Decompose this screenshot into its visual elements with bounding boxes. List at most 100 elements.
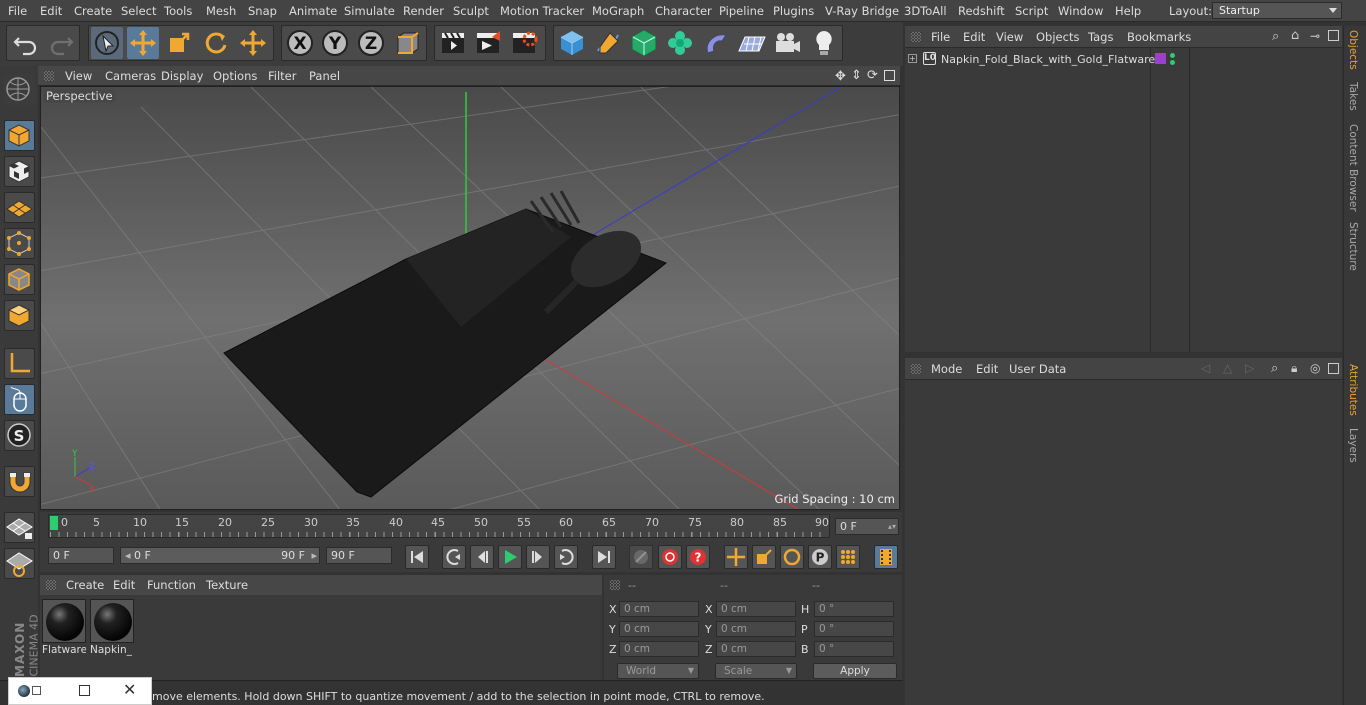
tab-content-browser[interactable]: Content Browser <box>1347 124 1359 212</box>
render-settings-button[interactable] <box>508 27 540 59</box>
material-flatware[interactable]: Flatware <box>42 599 86 656</box>
lock-icon[interactable]: 🔒︎ <box>1291 361 1297 376</box>
key-parameter-button[interactable]: P <box>808 545 832 569</box>
maximize-icon[interactable] <box>79 685 90 696</box>
new-window-icon[interactable] <box>1328 363 1339 374</box>
attr-menu-user-data[interactable]: User Data <box>1009 362 1066 376</box>
search-icon[interactable]: ⌕ <box>1271 361 1278 376</box>
zoom-view-icon[interactable]: ⇕ <box>851 68 862 83</box>
y-axis-button[interactable]: Y <box>319 27 351 59</box>
material-menu-texture[interactable]: Texture <box>206 578 248 592</box>
menu-vray-bridge[interactable]: V-Ray Bridge <box>825 4 899 18</box>
back-arrow-icon[interactable]: ◁ <box>1201 361 1210 375</box>
texture-mode-button[interactable] <box>4 156 35 187</box>
make-editable-button[interactable] <box>4 74 35 105</box>
maximize-view-icon[interactable] <box>884 70 895 81</box>
menu-edit[interactable]: Edit <box>40 4 62 18</box>
end-frame-field[interactable]: 90 F <box>326 547 392 564</box>
menu-sculpt[interactable]: Sculpt <box>453 4 489 18</box>
floor-button[interactable] <box>736 27 768 59</box>
menu-select[interactable]: Select <box>121 4 156 18</box>
key-position-button[interactable] <box>724 545 748 569</box>
new-window-icon[interactable] <box>1328 30 1339 41</box>
menu-pipeline[interactable]: Pipeline <box>719 4 764 18</box>
polygons-mode-button[interactable] <box>4 300 35 331</box>
object-menu-view[interactable]: View <box>996 30 1023 44</box>
close-icon[interactable]: ✕ <box>123 680 136 699</box>
material-menu-create[interactable]: Create <box>66 578 104 592</box>
tweak-mode-button[interactable] <box>4 384 35 415</box>
spline-pen-button[interactable] <box>592 27 624 59</box>
menu-plugins[interactable]: Plugins <box>773 4 814 18</box>
menu-file[interactable]: File <box>8 4 27 18</box>
render-view-button[interactable] <box>437 27 469 59</box>
viewport-menu-filter[interactable]: Filter <box>268 69 296 83</box>
object-menu-edit[interactable]: Edit <box>963 30 985 44</box>
pos-z-field[interactable]: 0 cm <box>619 641 699 657</box>
menu-redshift[interactable]: Redshift <box>958 4 1005 18</box>
move-button[interactable] <box>127 27 159 59</box>
up-arrow-icon[interactable]: △ <box>1223 361 1232 375</box>
cloner-button[interactable] <box>664 27 696 59</box>
key-rotation-button[interactable] <box>780 545 804 569</box>
restore-icon[interactable] <box>32 686 41 695</box>
layer-color-swatch[interactable] <box>1155 53 1166 64</box>
key-scale-button[interactable] <box>752 545 776 569</box>
pos-x-field[interactable]: 0 cm <box>619 601 699 617</box>
undo-button[interactable] <box>10 27 42 59</box>
viewport-menu-options[interactable]: Options <box>213 69 257 83</box>
menu-3dtoall[interactable]: 3DToAll <box>904 4 947 18</box>
object-menu-file[interactable]: File <box>931 30 950 44</box>
render-to-picture-viewer-button[interactable] <box>472 27 504 59</box>
play-button[interactable] <box>498 545 522 569</box>
record-keys-button[interactable] <box>629 545 653 569</box>
workplane-lock-button[interactable] <box>4 512 35 543</box>
tab-attributes[interactable]: Attributes <box>1347 364 1359 416</box>
cube-button[interactable] <box>556 27 588 59</box>
goto-start-button[interactable] <box>405 545 429 569</box>
pos-y-field[interactable]: 0 cm <box>619 621 699 637</box>
menu-mesh[interactable]: Mesh <box>206 4 236 18</box>
layout-select[interactable]: Startup <box>1212 2 1342 19</box>
next-key-button[interactable] <box>554 545 578 569</box>
menu-animate[interactable]: Animate <box>289 4 337 18</box>
perspective-viewport[interactable]: Y Z X Perspective Grid Spacing : 10 cm <box>40 86 900 510</box>
attr-menu-mode[interactable]: Mode <box>931 362 962 376</box>
rot-b-field[interactable]: 0 ° <box>814 641 894 657</box>
rot-p-field[interactable]: 0 ° <box>814 621 894 637</box>
menu-snap[interactable]: Snap <box>248 4 277 18</box>
menu-render[interactable]: Render <box>403 4 444 18</box>
size-z-field[interactable]: 0 cm <box>716 641 796 657</box>
deformer-button[interactable] <box>700 27 732 59</box>
transform-mode-select[interactable]: Scale ▼ <box>715 663 797 679</box>
editor-visibility-dot[interactable] <box>1170 53 1175 58</box>
previous-key-button[interactable] <box>442 545 466 569</box>
viewport-menu-display[interactable]: Display <box>161 69 203 83</box>
keyframe-selection-button[interactable]: ? <box>686 545 710 569</box>
home-icon[interactable]: ⌂ <box>1291 28 1299 43</box>
material-menu-edit[interactable]: Edit <box>113 578 135 592</box>
object-name[interactable]: Napkin_Fold_Black_with_Gold_Flatware <box>941 53 1155 66</box>
redo-button[interactable] <box>45 27 77 59</box>
preview-range-slider[interactable]: ◂ 0 F 90 F ▸ <box>120 547 320 564</box>
snapping-button[interactable] <box>4 466 35 497</box>
viewport-menu-panel[interactable]: Panel <box>309 69 340 83</box>
points-mode-button[interactable] <box>4 228 35 259</box>
timeline-window-button[interactable] <box>874 545 898 569</box>
tab-objects[interactable]: Objects <box>1347 30 1359 70</box>
scale-button[interactable] <box>163 27 195 59</box>
recent-tool-button[interactable] <box>237 27 269 59</box>
x-axis-button[interactable]: X <box>284 27 316 59</box>
expand-toggle-icon[interactable]: + <box>908 54 917 63</box>
planar-workplane-button[interactable] <box>4 548 35 579</box>
tab-layers[interactable]: Layers <box>1347 428 1359 463</box>
menu-create[interactable]: Create <box>74 4 112 18</box>
size-y-field[interactable]: 0 cm <box>716 621 796 637</box>
object-menu-tags[interactable]: Tags <box>1088 30 1113 44</box>
search-icon[interactable]: ⌕ <box>1272 29 1279 44</box>
object-row[interactable]: + L0 Napkin_Fold_Black_with_Gold_Flatwar… <box>905 51 1342 69</box>
menu-character[interactable]: Character <box>655 4 712 18</box>
tab-structure[interactable]: Structure <box>1347 222 1359 271</box>
rot-h-field[interactable]: 0 ° <box>814 601 894 617</box>
timeline-ruler[interactable]: 0 5 10 15 20 25 30 35 40 45 50 55 60 65 … <box>40 512 902 542</box>
